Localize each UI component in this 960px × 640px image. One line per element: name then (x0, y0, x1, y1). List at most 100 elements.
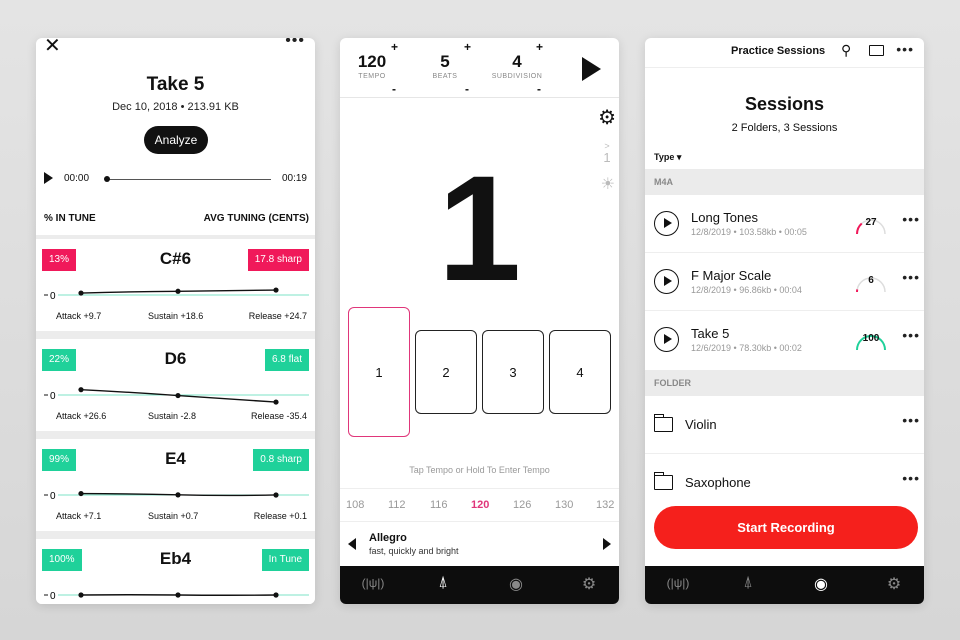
tempo-tick[interactable]: 108 (346, 499, 364, 511)
tempo-marking-description: fast, quickly and bright (369, 546, 459, 556)
play-icon[interactable] (654, 327, 679, 352)
score-value: 6 (868, 275, 874, 286)
start-recording-button[interactable]: Start Recording (654, 506, 918, 549)
beat-box[interactable]: 4 (549, 330, 611, 414)
tempo-tick[interactable]: 112 (388, 499, 406, 511)
score-gauge: 6 (855, 268, 887, 294)
scrub-track[interactable] (106, 179, 271, 180)
new-folder-icon[interactable] (869, 45, 884, 56)
sustain-stat: Sustain +18.6 (148, 311, 204, 321)
tempo-tick[interactable]: 120 (471, 499, 489, 511)
tempo-label: TEMPO (358, 73, 386, 80)
tuning-graph: 0 (44, 387, 309, 405)
note-stats: Attack +26.6 Sustain -2.8 Release -35.4 (36, 411, 315, 425)
score-gauge: 27 (855, 210, 887, 236)
session-row[interactable]: Take 5 12/6/2019 • 78.30kb • 00:02 100 •… (645, 311, 924, 369)
gear-icon[interactable]: ⚙ (879, 574, 909, 594)
sessions-top-bar: Practice Sessions ⚲ ••• (645, 38, 924, 68)
metronome-icon[interactable]: ⍋ (428, 574, 458, 592)
subdivision-control[interactable]: 4 SUBDIVISION + - (487, 40, 547, 96)
subdivision-minus-button[interactable]: - (537, 82, 541, 96)
search-icon[interactable]: ⚲ (841, 42, 851, 59)
note-card[interactable]: 100% Eb4 In Tune 0 (36, 539, 315, 604)
chevron-left-icon[interactable] (348, 538, 356, 550)
tuning-graph: 0 (44, 490, 309, 502)
beats-label: BEATS (432, 73, 458, 80)
gear-icon[interactable]: ⚙ (598, 105, 616, 130)
tempo-plus-button[interactable]: + (391, 40, 398, 54)
top-bar-title: Practice Sessions (731, 45, 826, 57)
tuning-point (273, 287, 279, 293)
chevron-right-icon[interactable] (603, 538, 611, 550)
beat-box[interactable]: 1 (348, 307, 410, 437)
tuning-point (175, 592, 181, 598)
note-card[interactable]: 22% D6 6.8 flat 0 Attack +26.6 Sustain -… (36, 339, 315, 431)
tab-bar: (|ψ|) ⍋ ◉ ⚙ (340, 566, 619, 604)
more-icon[interactable]: ••• (902, 211, 920, 227)
in-tune-header: % IN TUNE (44, 213, 96, 224)
session-meta: 12/6/2019 • 78.30kb • 00:02 (691, 343, 802, 353)
more-icon[interactable]: ••• (902, 269, 920, 285)
tap-tempo-hint[interactable]: Tap Tempo or Hold To Enter Tempo (340, 465, 619, 475)
score-gauge: 100 (855, 326, 887, 352)
tuning-point (175, 288, 181, 294)
tuner-icon[interactable]: (|ψ|) (663, 576, 693, 590)
subdivision-label: SUBDIVISION (491, 73, 543, 80)
tempo-tick[interactable]: 116 (430, 499, 448, 511)
beat-box[interactable]: 3 (482, 330, 544, 414)
zero-label: 0 (50, 591, 56, 602)
session-row[interactable]: F Major Scale 12/8/2019 • 96.86kb • 00:0… (645, 253, 924, 311)
note-card[interactable]: 99% E4 0.8 sharp 0 Attack +7.1 Sustain +… (36, 439, 315, 531)
tuning-point (78, 290, 84, 296)
tuner-icon[interactable]: (|ψ|) (358, 576, 388, 590)
tuning-badge: In Tune (261, 549, 309, 571)
take-top-bar: ✕ ••• (36, 38, 315, 60)
analyze-button[interactable]: Analyze (144, 126, 208, 154)
tempo-value: 120 (357, 52, 387, 71)
scrub-handle[interactable] (104, 176, 110, 182)
tempo-ruler[interactable]: 108 112 116 120 126 130 132 (340, 488, 619, 522)
tab-bar: (|ψ|) ⍋ ◉ ⚙ (645, 566, 924, 604)
tempo-minus-button[interactable]: - (392, 82, 396, 96)
tempo-tick[interactable]: 130 (555, 499, 573, 511)
folder-row[interactable]: Saxophone ••• (645, 454, 924, 512)
beats-minus-button[interactable]: - (465, 82, 469, 96)
zero-label: 0 (50, 291, 56, 302)
note-card[interactable]: 13% C#6 17.8 sharp 0 Attack +9.7 Sustain… (36, 239, 315, 331)
record-icon[interactable]: ◉ (806, 574, 836, 594)
metronome-controls: 120 TEMPO + - 5 BEATS + - 4 SUBDIVISION … (340, 38, 619, 98)
sustain-stat: Sustain +0.7 (148, 511, 199, 521)
release-stat: Release +0.1 (253, 511, 307, 521)
more-icon[interactable]: ••• (902, 412, 920, 428)
attack-stat: Attack +9.7 (56, 311, 102, 321)
play-icon[interactable] (654, 211, 679, 236)
duration-time: 00:19 (281, 173, 307, 184)
folder-row[interactable]: Violin ••• (645, 396, 924, 454)
tempo-tick[interactable]: 126 (513, 499, 531, 511)
tempo-control[interactable]: 120 TEMPO + - (342, 40, 402, 96)
more-icon[interactable]: ••• (902, 327, 920, 343)
beat-box[interactable]: 2 (415, 330, 477, 414)
gear-icon[interactable]: ⚙ (574, 574, 604, 594)
folder-icon (653, 414, 673, 432)
play-icon[interactable] (44, 172, 53, 184)
attack-stat: Attack +26.6 (56, 411, 107, 421)
play-icon[interactable] (582, 57, 601, 81)
session-meta: 12/8/2019 • 103.58kb • 00:05 (691, 227, 807, 237)
more-icon[interactable]: ••• (896, 41, 914, 57)
session-name: Take 5 (691, 326, 730, 341)
beats-plus-button[interactable]: + (464, 40, 471, 54)
play-icon[interactable] (654, 269, 679, 294)
sort-dropdown[interactable]: Type ▾ (654, 152, 681, 163)
tempo-tick[interactable]: 132 (596, 499, 614, 511)
take-subtitle: Dec 10, 2018 • 213.91 KB (112, 101, 239, 113)
beats-control[interactable]: 5 BEATS + - (415, 40, 475, 96)
close-icon[interactable]: ✕ (44, 38, 61, 58)
take-analysis-screen: ✕ ••• Take 5 Dec 10, 2018 • 213.91 KB An… (36, 38, 315, 604)
metronome-icon[interactable]: ⍋ (733, 574, 763, 592)
more-icon[interactable]: ••• (902, 470, 920, 486)
subdivision-plus-button[interactable]: + (536, 40, 543, 54)
session-row[interactable]: Long Tones 12/8/2019 • 103.58kb • 00:05 … (645, 195, 924, 253)
record-icon[interactable]: ◉ (501, 574, 531, 594)
more-icon[interactable]: ••• (285, 38, 305, 50)
